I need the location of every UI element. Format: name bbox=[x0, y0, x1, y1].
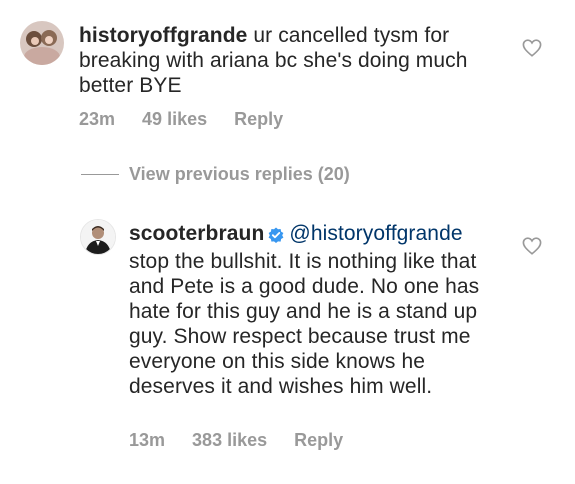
divider bbox=[81, 174, 119, 175]
heart-icon[interactable] bbox=[522, 237, 542, 260]
reply-likes[interactable]: 383 likes bbox=[192, 430, 267, 450]
comment-text: historyoffgrande ur cancelled tysm for b… bbox=[79, 23, 499, 98]
reply-time: 13m bbox=[129, 430, 166, 450]
reply-meta: 13m 383 likes Reply bbox=[129, 430, 365, 451]
comment-time: 23m bbox=[79, 109, 116, 129]
view-replies-label[interactable]: View previous replies (20) bbox=[129, 164, 350, 185]
verified-badge-icon bbox=[268, 224, 284, 249]
reply-text: scooterbraun @historyoffgrande stop the b… bbox=[129, 221, 489, 399]
reply-button[interactable]: Reply bbox=[294, 430, 343, 450]
comment-likes[interactable]: 49 likes bbox=[142, 109, 207, 129]
avatar[interactable] bbox=[20, 21, 64, 65]
reply-username[interactable]: scooterbraun bbox=[129, 222, 264, 245]
reply-mention[interactable]: @historyoffgrande bbox=[289, 222, 462, 245]
avatar[interactable] bbox=[80, 219, 116, 255]
heart-icon[interactable] bbox=[522, 39, 542, 62]
reply-button[interactable]: Reply bbox=[234, 109, 283, 129]
comment-username[interactable]: historyoffgrande bbox=[79, 24, 247, 47]
reply-message: stop the bullshit. It is nothing like th… bbox=[129, 250, 480, 398]
view-previous-replies-button[interactable]: View previous replies (20) bbox=[81, 164, 350, 185]
comment-meta: 23m 49 likes Reply bbox=[79, 109, 305, 130]
